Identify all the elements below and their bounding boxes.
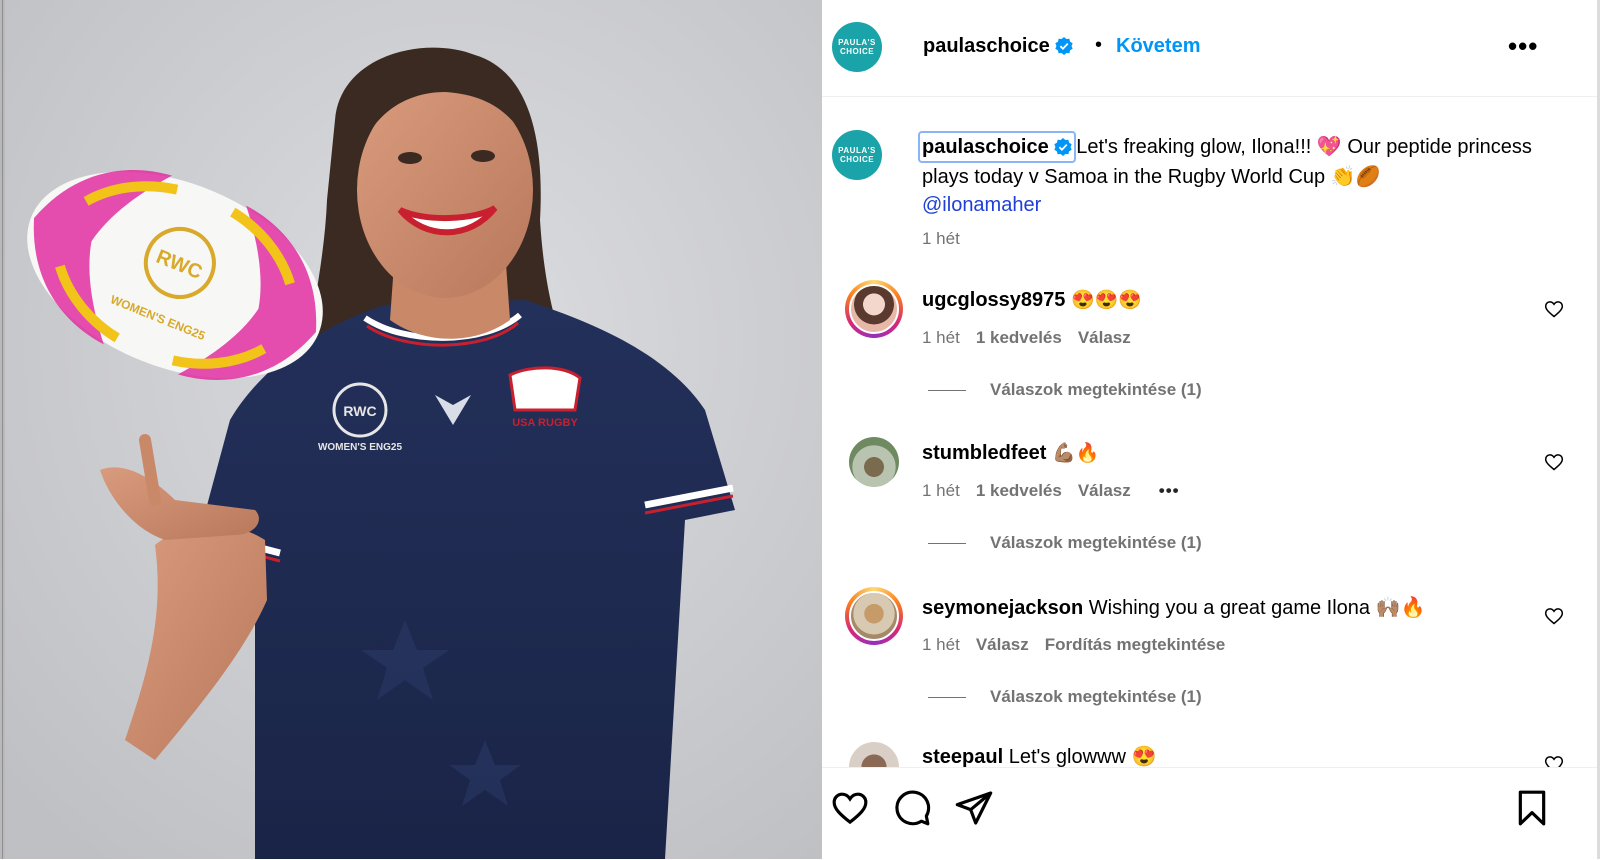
comment-text: 😍😍😍	[1070, 290, 1142, 311]
jersey-usa-rugby-text: USA RUGBY	[512, 417, 578, 429]
brand-avatar[interactable]: PAULA'S CHOICE	[832, 22, 882, 72]
verified-badge-icon	[1055, 37, 1073, 55]
caption-username-focus[interactable]: paulaschoice	[918, 131, 1077, 163]
post-photo-illustration: RWC WOMEN'S ENG25 USA RUGBY RWC WOMEN'S …	[5, 0, 822, 859]
comment-like-heart-icon[interactable]	[1544, 452, 1564, 472]
view-replies-label[interactable]: Válaszok megtekintése (1)	[990, 533, 1202, 552]
comment-text: Wishing you a great game Ilona 🙌🏽🔥	[1088, 597, 1426, 619]
comment-item: steepaul Let's glowww 😍	[822, 742, 1600, 767]
comment-avatar[interactable]	[845, 280, 903, 338]
comment-meta: 1 hét 1 kedvelés Válasz •••	[922, 481, 1180, 501]
more-options-icon[interactable]: •••	[1508, 33, 1538, 59]
view-replies-line	[928, 390, 966, 392]
comment-likes[interactable]: 1 kedvelés	[976, 328, 1062, 347]
comment-username[interactable]: stumbledfeet	[922, 442, 1046, 464]
comment-like-heart-icon[interactable]	[1544, 754, 1564, 767]
comment-text-row: stumbledfeet 💪🏽🔥	[922, 441, 1099, 465]
brand-avatar-line1: PAULA'S	[838, 38, 876, 47]
comment-like-heart-icon[interactable]	[1544, 606, 1564, 626]
caption-mention-link[interactable]: @ilonamaher	[922, 194, 1041, 216]
view-replies-button[interactable]: Válaszok megtekintése (1)	[928, 533, 1202, 553]
comment-more-options-icon[interactable]: •••	[1159, 481, 1180, 500]
jersey-badge-logo: RWC	[343, 403, 376, 419]
view-replies-line	[928, 697, 966, 699]
comment-time[interactable]: 1 hét	[922, 328, 960, 347]
comment-username[interactable]: steepaul	[922, 746, 1003, 767]
view-replies-button[interactable]: Válaszok megtekintése (1)	[928, 687, 1202, 707]
brand-avatar-line2: CHOICE	[839, 47, 875, 56]
post-action-bar	[822, 767, 1600, 860]
caption-time[interactable]: 1 hét	[922, 225, 960, 253]
comment-avatar[interactable]	[845, 587, 903, 645]
comment-username[interactable]: seymonejackson	[922, 597, 1083, 619]
view-replies-button[interactable]: Válaszok megtekintése (1)	[928, 380, 1202, 400]
comment-like-heart-icon[interactable]	[1544, 299, 1564, 319]
caption-verified-icon	[1054, 138, 1072, 156]
comment-username[interactable]: ugcglossy8975	[922, 289, 1065, 311]
comment-likes[interactable]: 1 kedvelés	[976, 481, 1062, 500]
post-header: PAULA'S CHOICE paulaschoice • Követem ••…	[822, 0, 1600, 97]
post-photo[interactable]: RWC WOMEN'S ENG25 USA RUGBY RWC WOMEN'S …	[5, 0, 822, 859]
comment-text: Let's glowww 😍	[1008, 746, 1157, 767]
comment-text: 💪🏽🔥	[1052, 443, 1100, 464]
caption-avatar-line1: PAULA'S	[838, 146, 876, 155]
share-icon[interactable]	[954, 788, 994, 828]
following-button[interactable]: Követem	[1116, 35, 1200, 58]
view-replies-label[interactable]: Válaszok megtekintése (1)	[990, 687, 1202, 706]
comment-time[interactable]: 1 hét	[922, 481, 960, 500]
comment-text-row: ugcglossy8975 😍😍😍	[922, 288, 1142, 312]
header-username-row[interactable]: paulaschoice	[923, 35, 1073, 58]
post-caption: paulaschoice Let's freaking glow, Ilona!…	[918, 131, 1542, 253]
comment-text-row: seymonejackson Wishing you a great game …	[922, 595, 1425, 620]
jersey-badge-text: WOMEN'S ENG25	[318, 442, 402, 453]
view-replies-label[interactable]: Válaszok megtekintése (1)	[990, 380, 1202, 399]
header-username[interactable]: paulaschoice	[923, 35, 1050, 57]
comment-icon[interactable]	[892, 788, 932, 828]
post-side-panel: PAULA'S CHOICE paulaschoice • Követem ••…	[822, 0, 1600, 860]
view-replies-line	[928, 543, 966, 545]
caption-avatar-line2: CHOICE	[839, 155, 875, 164]
caption-username[interactable]: paulaschoice	[922, 136, 1049, 158]
comment-text-row: steepaul Let's glowww 😍	[922, 744, 1156, 767]
comment-reply-button[interactable]: Válasz	[1078, 481, 1131, 500]
header-separator: •	[1095, 34, 1103, 56]
comment-reply-button[interactable]: Válasz	[1078, 328, 1131, 347]
see-translation-button[interactable]: Fordítás megtekintése	[1045, 635, 1225, 654]
bookmark-icon[interactable]	[1512, 788, 1552, 828]
heart-icon[interactable]	[830, 788, 870, 828]
caption-brand-avatar[interactable]: PAULA'S CHOICE	[832, 130, 882, 180]
comment-meta: 1 hét Válasz Fordítás megtekintése	[922, 635, 1225, 655]
comment-reply-button[interactable]: Válasz	[976, 635, 1029, 654]
comment-meta: 1 hét 1 kedvelés Válasz	[922, 328, 1131, 348]
comment-time[interactable]: 1 hét	[922, 635, 960, 654]
comment-avatar[interactable]	[849, 742, 899, 767]
comment-avatar[interactable]	[849, 437, 899, 487]
